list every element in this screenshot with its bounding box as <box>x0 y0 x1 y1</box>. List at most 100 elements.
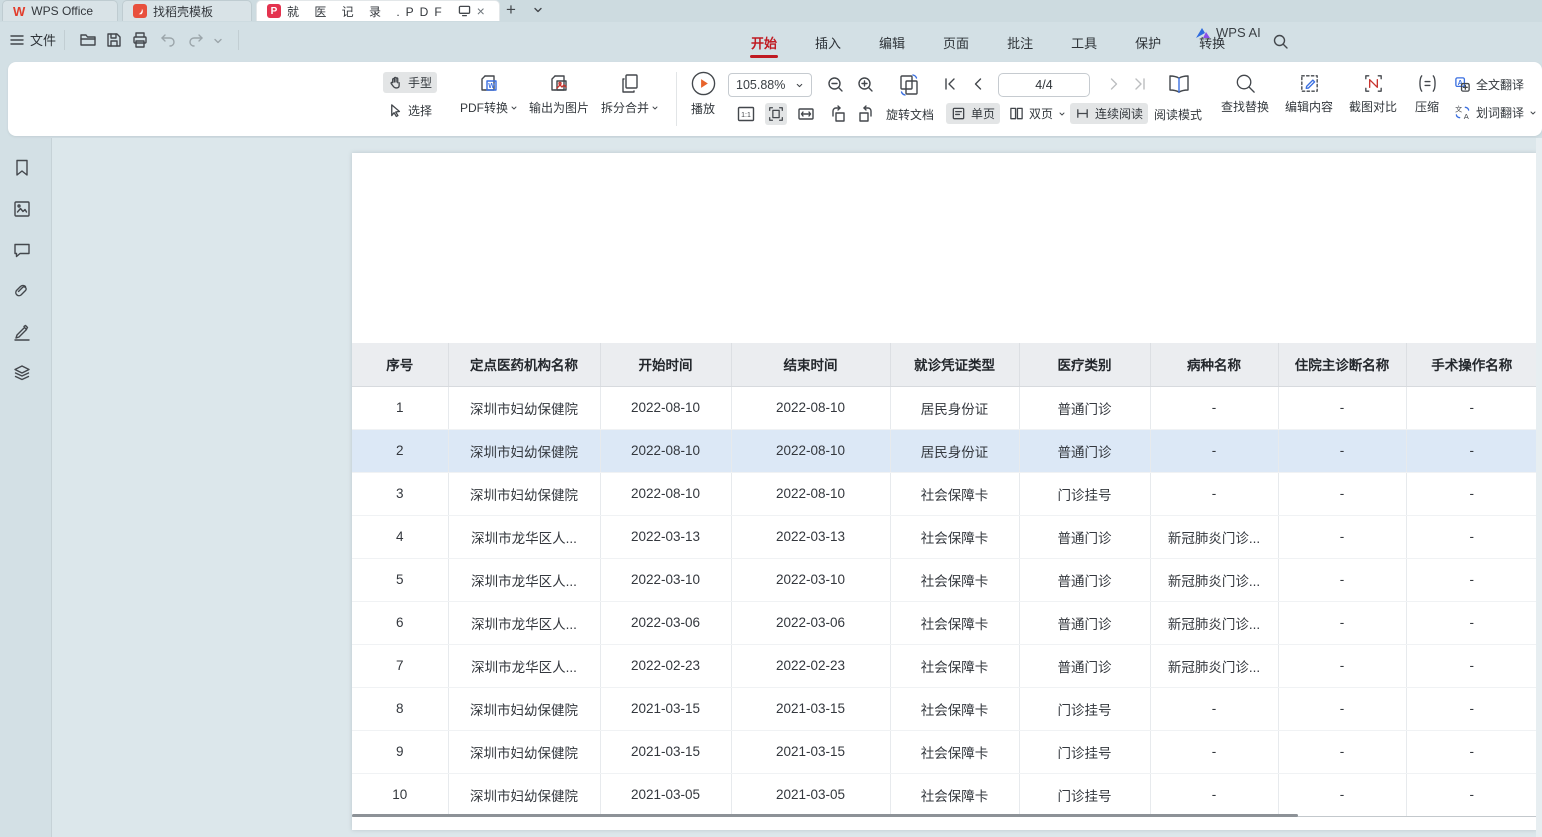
first-page-icon[interactable] <box>942 76 962 96</box>
full-translate-button[interactable]: A 全文翻译 <box>1454 76 1524 93</box>
zoom-out-icon[interactable] <box>826 75 846 95</box>
compress-icon <box>1416 72 1439 95</box>
table-cell: 2022-02-23 <box>600 644 731 687</box>
open-file-icon[interactable] <box>78 30 98 50</box>
edit-content-button[interactable]: 编辑内容 <box>1278 72 1340 115</box>
double-page-button[interactable]: 双页 <box>1004 103 1071 124</box>
signature-icon[interactable] <box>12 322 34 344</box>
chevron-down-icon <box>510 104 518 112</box>
menu-tab-开始[interactable]: 开始 <box>732 24 796 59</box>
rotate-right-icon[interactable] <box>856 104 876 124</box>
window-tab-bar: W WPS Office 找稻壳模板 P 就 医 记 录 .PDF × + <box>0 0 1542 22</box>
table-cell: 2022-08-10 <box>731 429 890 472</box>
continuous-reading-icon <box>1075 106 1090 121</box>
thumbnail-icon[interactable] <box>12 199 34 221</box>
print-icon[interactable] <box>130 30 150 50</box>
close-tab-icon[interactable]: × <box>477 3 485 19</box>
undo-icon[interactable] <box>158 30 178 50</box>
menu-tab-编辑[interactable]: 编辑 <box>860 24 924 59</box>
zoom-level-select[interactable]: 105.88% <box>728 73 812 97</box>
column-header: 病种名称 <box>1150 343 1278 386</box>
table-cell: 2021-03-15 <box>731 730 890 773</box>
single-page-label: 单页 <box>971 105 995 122</box>
chevron-down-icon <box>1058 110 1066 118</box>
new-tab-button[interactable]: + <box>506 0 516 20</box>
menu-search-icon[interactable] <box>1272 33 1289 55</box>
table-row: 5深圳市龙华区人...2022-03-102022-03-10社会保障卡普通门诊… <box>352 558 1537 601</box>
last-page-icon[interactable] <box>1132 76 1152 96</box>
table-cell: - <box>1278 472 1406 515</box>
table-cell: - <box>1406 730 1537 773</box>
table-cell: 2021-03-05 <box>600 773 731 816</box>
rotate-document-label[interactable]: 旋转文档 <box>886 106 934 123</box>
table-cell: 新冠肺炎门诊... <box>1150 558 1278 601</box>
tab-label: WPS Office <box>31 4 93 18</box>
column-header: 序号 <box>352 343 448 386</box>
table-cell: 2021-03-15 <box>731 687 890 730</box>
table-cell: 2022-03-13 <box>731 515 890 558</box>
comment-icon[interactable] <box>12 240 34 262</box>
read-mode-icon[interactable] <box>1166 71 1186 91</box>
pdf-convert-button[interactable]: W PDF转换 <box>456 72 522 116</box>
split-merge-button[interactable]: 拆分合并 <box>596 72 664 116</box>
table-cell: 9 <box>352 730 448 773</box>
single-page-button[interactable]: 单页 <box>946 103 1000 124</box>
hand-tool-button[interactable]: 手型 <box>383 72 437 93</box>
wps-ai-icon <box>1195 26 1211 40</box>
menu-tab-页面[interactable]: 页面 <box>924 24 988 59</box>
more-actions-chevron-icon[interactable] <box>212 34 232 54</box>
menu-tab-插入[interactable]: 插入 <box>796 24 860 59</box>
menu-tab-批注[interactable]: 批注 <box>988 24 1052 59</box>
next-page-icon[interactable] <box>1106 76 1126 96</box>
vertical-scrollbar[interactable] <box>1536 138 1542 837</box>
attachment-icon[interactable] <box>12 281 34 303</box>
bookmark-icon[interactable] <box>12 158 34 180</box>
tab-list-chevron-icon[interactable] <box>532 3 544 21</box>
page-number-input[interactable] <box>998 73 1090 97</box>
read-mode-button[interactable]: 阅读模式 <box>1154 106 1202 123</box>
swap-pages-icon[interactable] <box>896 72 916 92</box>
docer-icon <box>133 4 147 18</box>
previous-page-icon[interactable] <box>970 76 990 96</box>
zoom-in-icon[interactable] <box>856 75 876 95</box>
fit-width-icon[interactable] <box>796 104 816 124</box>
file-menu-button[interactable]: 文件 <box>10 30 56 49</box>
tab-docer-templates[interactable]: 找稻壳模板 <box>122 0 252 21</box>
rotate-left-icon[interactable] <box>828 104 848 124</box>
redo-icon[interactable] <box>186 30 206 50</box>
hamburger-icon <box>10 34 24 46</box>
tab-label: 就 医 记 录 .PDF <box>287 3 448 20</box>
compress-button[interactable]: 压缩 <box>1406 72 1448 115</box>
find-replace-button[interactable]: 查找替换 <box>1214 72 1276 115</box>
screenshot-compare-button[interactable]: 截图对比 <box>1342 72 1404 115</box>
menu-tab-工具[interactable]: 工具 <box>1052 24 1116 59</box>
horizontal-scrollbar[interactable] <box>352 814 1298 817</box>
word-translate-button[interactable]: 文 A 划词翻译 <box>1454 104 1537 121</box>
select-tool-button[interactable]: 选择 <box>383 100 437 121</box>
open-on-device-icon[interactable] <box>458 5 471 17</box>
save-icon[interactable] <box>104 30 124 50</box>
wps-logo-icon: W <box>13 4 25 19</box>
tab-medical-record-pdf[interactable]: P 就 医 记 录 .PDF × <box>256 0 500 21</box>
export-image-button[interactable]: 输出为图片 <box>526 72 592 116</box>
table-cell: 6 <box>352 601 448 644</box>
table-row: 1深圳市妇幼保健院2022-08-102022-08-10居民身份证普通门诊--… <box>352 386 1537 429</box>
layers-icon[interactable] <box>12 363 34 385</box>
actual-size-icon[interactable]: 1:1 <box>736 104 756 124</box>
table-row: 7深圳市龙华区人...2022-02-232022-02-23社会保障卡普通门诊… <box>352 644 1537 687</box>
continuous-reading-button[interactable]: 连续阅读 <box>1070 103 1148 124</box>
fit-page-icon[interactable] <box>765 103 787 125</box>
table-cell: 新冠肺炎门诊... <box>1150 601 1278 644</box>
wps-ai-button[interactable]: WPS AI <box>1185 25 1271 40</box>
table-cell: - <box>1406 515 1537 558</box>
menu-tab-保护[interactable]: 保护 <box>1116 24 1180 59</box>
play-button[interactable]: 播放 <box>686 70 720 117</box>
pdf-file-icon: P <box>267 4 281 18</box>
column-header: 开始时间 <box>600 343 731 386</box>
table-cell: 深圳市龙华区人... <box>448 558 600 601</box>
tab-wps-home[interactable]: W WPS Office <box>2 0 118 21</box>
table-cell: 社会保障卡 <box>890 515 1019 558</box>
table-cell: 深圳市龙华区人... <box>448 515 600 558</box>
table-cell: 社会保障卡 <box>890 773 1019 816</box>
play-label: 播放 <box>691 100 715 117</box>
